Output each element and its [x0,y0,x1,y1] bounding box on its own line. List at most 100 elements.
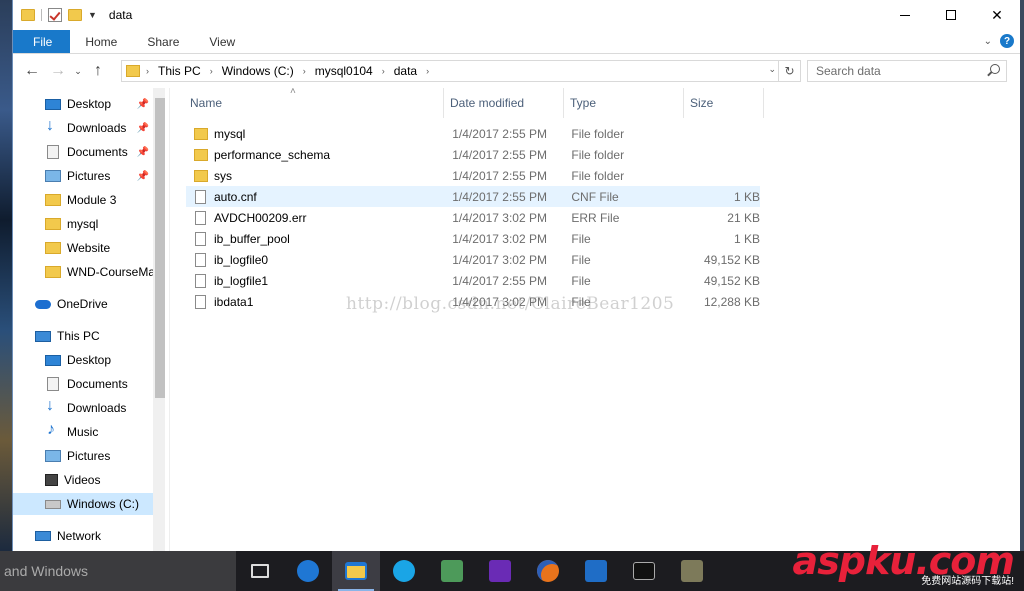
refresh-button[interactable]: ↻ [778,61,800,81]
search-input[interactable]: Search data [807,60,1007,82]
customize-toolbar-icon[interactable]: ▼ [88,10,97,20]
nav-item-music[interactable]: Music [13,421,153,443]
documents-icon [47,145,59,159]
nav-item-windows-c[interactable]: Windows (C:) [13,493,153,515]
folder-icon[interactable] [21,9,35,21]
divider [41,9,42,21]
nav-item-module-3[interactable]: Module 3 [13,189,153,211]
tab-view[interactable]: View [194,30,250,53]
nav-item-downloads[interactable]: Downloads 📌 [13,117,153,139]
maximize-icon [946,10,956,20]
maximize-button[interactable] [928,0,974,30]
music-icon [45,421,61,439]
minimize-button[interactable] [882,0,928,30]
tab-home[interactable]: Home [70,30,132,53]
file-row[interactable]: performance_schema 1/4/2017 2:55 PM File f… [186,144,760,165]
properties-icon[interactable] [48,8,62,22]
file-explorer-icon [345,562,367,580]
chevron-right-icon[interactable]: › [146,66,149,76]
nav-item-mysql[interactable]: mysql [13,213,153,235]
chevron-right-icon[interactable]: › [303,66,306,76]
column-date-modified[interactable]: Date modified [444,88,564,118]
tab-file[interactable]: File [13,30,71,53]
chevron-right-icon[interactable]: › [382,66,385,76]
task-view-button[interactable] [236,551,284,591]
address-bar[interactable]: › This PC › Windows (C:) › mysql0104 › d… [121,60,801,82]
breadcrumb-windows-c[interactable]: Windows (C:) [222,64,294,78]
taskbar-search-box[interactable]: and Windows [0,551,236,591]
taskbar-file-explorer[interactable] [332,551,380,591]
forward-button[interactable]: → [45,62,71,80]
file-row[interactable]: ib_buffer_pool 1/4/2017 3:02 PM File 1 KB [186,228,760,249]
file-row[interactable]: mysql 1/4/2017 2:55 PM File folder [186,123,760,144]
help-icon[interactable]: ? [1000,34,1014,48]
nav-item-website[interactable]: Website [13,237,153,259]
address-dropdown-icon[interactable]: ⌄ [768,64,776,75]
taskbar-skype[interactable] [380,551,428,591]
breadcrumb-this-pc[interactable]: This PC [158,64,201,78]
nav-item-desktop[interactable]: Desktop 📌 [13,93,153,115]
up-button[interactable]: ↑ [85,62,111,80]
nav-item-wnd-coursema[interactable]: WND-CourseMa [13,261,153,283]
chevron-right-icon[interactable]: › [426,66,429,76]
nav-item-videos[interactable]: Videos [13,469,153,491]
breadcrumb: › This PC › Windows (C:) › mysql0104 › d… [146,64,438,78]
column-name[interactable]: Name ˄ [170,86,444,118]
taskbar-firefox[interactable] [524,551,572,591]
pin-icon[interactable]: 📌 [137,171,149,182]
nav-item-label: Documents [67,377,128,391]
ribbon-right-controls: ⌄ ? [984,34,1014,48]
pin-icon[interactable]: 📌 [137,123,149,134]
back-button[interactable]: ← [19,62,45,80]
folder-icon [45,194,61,206]
nav-item-pc-pictures[interactable]: Pictures [13,445,153,467]
nav-item-network[interactable]: Network [13,525,153,547]
chevron-right-icon[interactable]: › [210,66,213,76]
breadcrumb-data[interactable]: data [394,64,417,78]
file-row-selected[interactable]: auto.cnf 1/4/2017 2:55 PM CNF File 1 KB [186,186,760,207]
file-row[interactable]: AVDCH00209.err 1/4/2017 3:02 PM ERR File 21… [186,207,760,228]
nav-scrollbar[interactable] [153,88,165,551]
column-size[interactable]: Size [684,88,764,118]
file-date: 1/4/2017 2:55 PM [452,168,547,183]
file-type: File folder [571,168,625,183]
nav-item-pictures[interactable]: Pictures 📌 [13,165,153,187]
file-row[interactable]: ib_logfile1 1/4/2017 2:55 PM File 49,152 KB [186,270,760,291]
nav-item-pc-downloads[interactable]: Downloads [13,397,153,419]
file-date: 1/4/2017 2:55 PM [452,189,547,204]
nav-item-onedrive[interactable]: OneDrive [13,293,153,315]
file-row[interactable]: sys 1/4/2017 2:55 PM File folder [186,165,760,186]
taskbar-command-prompt[interactable] [620,551,668,591]
taskbar-edge[interactable] [284,551,332,591]
scrollbar-thumb[interactable] [155,98,165,398]
file-row[interactable]: ib_logfile0 1/4/2017 3:02 PM File 49,152 KB [186,249,760,270]
breadcrumb-mysql0104[interactable]: mysql0104 [315,64,373,78]
tab-share[interactable]: Share [132,30,194,53]
nav-item-label: Network [57,529,102,543]
expand-ribbon-icon[interactable]: ⌄ [984,36,992,47]
file-name: auto.cnf [214,189,257,204]
folder-icon [194,148,208,161]
nav-item-this-pc[interactable]: This PC [13,325,153,347]
downloads-icon [45,397,61,415]
taskbar-outlook[interactable] [572,551,620,591]
new-folder-icon[interactable] [68,9,82,21]
nav-item-label: Documents [67,145,128,159]
pin-icon[interactable]: 📌 [137,147,149,158]
column-type[interactable]: Type [564,88,684,118]
drive-icon [45,499,61,509]
file-type: File [571,252,591,267]
recent-locations-icon[interactable]: ⌄ [71,66,85,77]
nav-item-pc-documents[interactable]: Documents [13,373,153,395]
pin-icon[interactable]: 📌 [137,99,149,110]
edge-icon [297,560,319,582]
file-date: 1/4/2017 3:02 PM [452,252,547,267]
nav-item-pc-desktop[interactable]: Desktop [13,349,153,371]
taskbar-app[interactable] [428,551,476,591]
nav-item-documents[interactable]: Documents 📌 [13,141,153,163]
taskbar-game[interactable] [668,551,716,591]
site-watermark-logo: aspku.com 免费网站源码下载站! [793,539,1020,591]
file-icon [195,294,206,309]
taskbar-visual-studio[interactable] [476,551,524,591]
close-button[interactable]: ✕ [974,0,1020,30]
